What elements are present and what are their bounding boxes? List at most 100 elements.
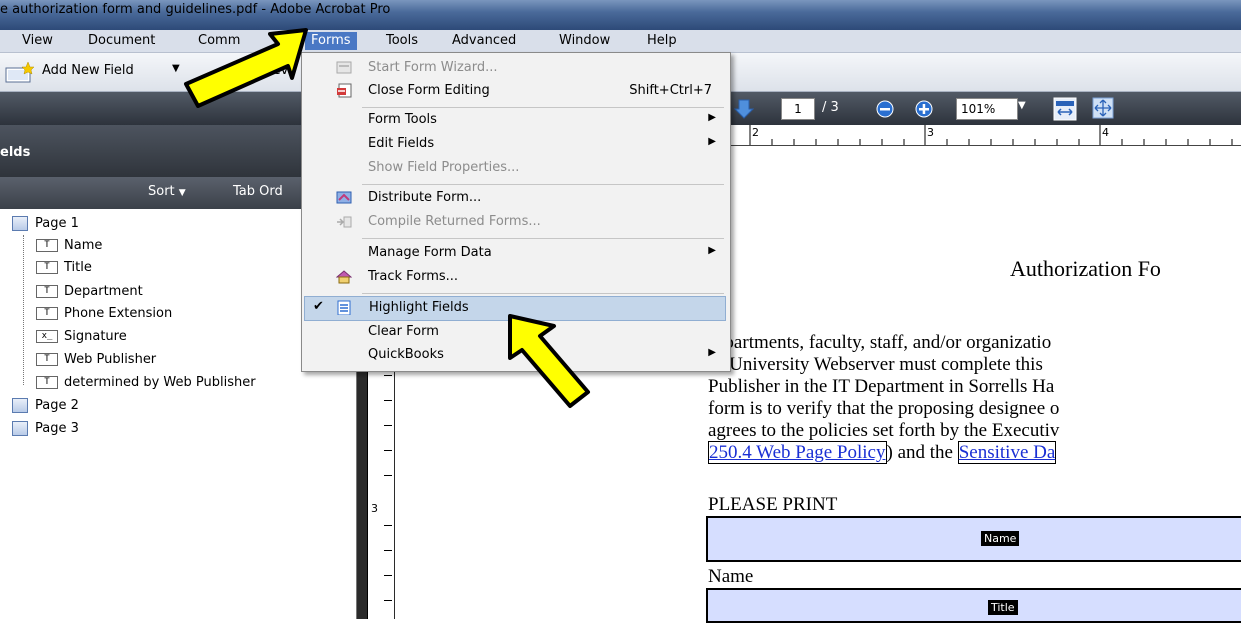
- fields-panel-title: elds: [0, 145, 31, 160]
- ruler-tick: [384, 475, 392, 476]
- menu-item-compile-returned-forms[interactable]: Compile Returned Forms...: [304, 211, 724, 234]
- menu-item-edit-fields[interactable]: Edit Fields ▶: [304, 133, 724, 156]
- text-field-icon: T: [36, 285, 58, 298]
- text-field-icon: T: [36, 261, 58, 274]
- tree-connector: [23, 235, 25, 385]
- highlight-fields-icon: [337, 300, 351, 315]
- web-page-policy-link[interactable]: 250.4 Web Page Policy: [708, 441, 887, 464]
- ruler-tick: [384, 600, 392, 601]
- please-print-label: PLEASE PRINT: [708, 494, 838, 515]
- ruler-tick: [384, 375, 392, 376]
- submenu-arrow-icon: ▶: [708, 245, 716, 256]
- window-title: e authorization form and guidelines.pdf …: [0, 2, 391, 17]
- text-field-icon: T: [36, 376, 58, 389]
- tree-field-department[interactable]: T Department: [36, 281, 143, 303]
- ruler-tick: [384, 525, 392, 526]
- tree-field-name[interactable]: T Name: [36, 235, 102, 257]
- zoom-input[interactable]: 101%: [956, 98, 1018, 120]
- wizard-icon: [336, 61, 352, 74]
- sensitive-data-link[interactable]: Sensitive Da: [957, 441, 1057, 464]
- menu-item-track-forms[interactable]: Track Forms...: [304, 266, 724, 289]
- tree-field-label: determined by Web Publisher: [64, 375, 256, 390]
- tree-field-title[interactable]: T Title: [36, 257, 92, 279]
- tree-field-label: Web Publisher: [64, 352, 157, 367]
- page-icon: [12, 216, 28, 231]
- document-line: Publisher in the IT Department in Sorrel…: [708, 376, 1055, 397]
- next-page-icon[interactable]: [734, 98, 754, 120]
- close-form-icon: [337, 83, 352, 98]
- add-new-field-label: Add New Field: [42, 63, 134, 78]
- menu-item-start-form-wizard[interactable]: Start Form Wizard...: [304, 57, 724, 80]
- horizontal-ruler-ticks: [749, 125, 1233, 145]
- zoom-out-icon[interactable]: [876, 100, 894, 118]
- tree-page-label: Page 2: [35, 398, 79, 413]
- zoom-in-icon[interactable]: [915, 100, 933, 118]
- distribute-form-icon: [336, 191, 352, 204]
- page-icon: [12, 421, 28, 436]
- page-number-input[interactable]: 1: [781, 98, 815, 120]
- ruler-tick: [384, 425, 392, 426]
- tree-field-label: Name: [64, 238, 103, 253]
- full-screen-icon[interactable]: [1092, 97, 1114, 119]
- page-icon: [12, 398, 28, 413]
- name-field-tag: Name: [981, 531, 1020, 546]
- zoom-dropdown-icon[interactable]: ▼: [1018, 100, 1026, 111]
- tree-page-label: Page 1: [35, 216, 79, 231]
- menu-separator: [362, 238, 724, 239]
- text-field-icon: T: [36, 239, 58, 252]
- menu-item-manage-form-data[interactable]: Manage Form Data ▶: [304, 242, 724, 265]
- signature-field-icon: x_: [36, 330, 58, 343]
- name-form-field[interactable]: Name: [706, 516, 1241, 562]
- menu-separator: [362, 293, 724, 294]
- sort-button[interactable]: Sort ▼: [148, 184, 186, 199]
- tree-page-1[interactable]: Page 1: [12, 213, 79, 235]
- fit-width-icon[interactable]: [1052, 96, 1078, 122]
- checkmark-icon: ✔: [313, 299, 324, 314]
- compile-forms-icon: [337, 216, 352, 228]
- tab-order-button[interactable]: Tab Ord: [233, 184, 283, 199]
- tree-field-phone-extension[interactable]: T Phone Extension: [36, 303, 172, 325]
- page-total: / 3: [822, 100, 839, 115]
- menu-view[interactable]: View: [16, 32, 59, 50]
- ruler-tick: [384, 575, 392, 576]
- tree-field-label: Department: [64, 284, 143, 299]
- menu-tools[interactable]: Tools: [380, 32, 424, 50]
- menu-help[interactable]: Help: [641, 32, 683, 50]
- tree-field-signature[interactable]: x_ Signature: [36, 326, 127, 348]
- tree-page-label: Page 3: [35, 421, 79, 436]
- menu-item-show-field-properties[interactable]: Show Field Properties...: [304, 157, 724, 180]
- tree-page-2[interactable]: Page 2: [12, 395, 79, 417]
- menu-item-close-form-editing[interactable]: Close Form Editing Shift+Ctrl+7: [304, 80, 724, 103]
- document-line: epartments, faculty, staff, and/or organ…: [716, 332, 1052, 353]
- submenu-arrow-icon: ▶: [708, 136, 716, 147]
- document-heading: Authorization Fo: [1010, 256, 1161, 281]
- menu-separator: [362, 107, 724, 108]
- menu-document[interactable]: Document: [82, 32, 161, 50]
- tree-field-web-publisher[interactable]: T Web Publisher: [36, 349, 156, 371]
- menu-forms[interactable]: Forms: [305, 32, 357, 50]
- tree-field-label: Signature: [64, 329, 127, 344]
- tree-field-label: Phone Extension: [64, 306, 173, 321]
- text-field-icon: T: [36, 353, 58, 366]
- document-line: form is to verify that the proposing des…: [708, 398, 1060, 419]
- menu-window[interactable]: Window: [553, 32, 616, 50]
- menu-advanced[interactable]: Advanced: [446, 32, 522, 50]
- track-forms-icon: [336, 270, 352, 284]
- title-form-field[interactable]: Title: [706, 588, 1241, 623]
- tree-field-determined-by-web-publisher[interactable]: Tdetermined by Web Publisher: [36, 372, 256, 394]
- menu-item-form-tools[interactable]: Form Tools ▶: [304, 109, 724, 132]
- yellow-arrow-icon: [508, 314, 590, 408]
- tree-field-label: Title: [64, 260, 92, 275]
- document-link-line: 250.4 Web Page Policy) and the Sensitive…: [708, 441, 1057, 464]
- add-field-icon: [5, 62, 34, 83]
- chevron-down-icon: ▼: [178, 188, 186, 198]
- ruler-tick: [384, 400, 392, 401]
- name-field-label: Name: [708, 566, 754, 587]
- text-field-icon: T: [36, 307, 58, 320]
- title-field-tag: Title: [988, 600, 1018, 615]
- menu-item-distribute-form[interactable]: Distribute Form...: [304, 187, 724, 210]
- link-join-text: ) and the: [886, 442, 953, 463]
- horizontal-ruler: 2 3 4: [700, 125, 1241, 146]
- tree-page-3[interactable]: Page 3: [12, 418, 79, 440]
- shortcut-text: Shift+Ctrl+7: [629, 83, 712, 98]
